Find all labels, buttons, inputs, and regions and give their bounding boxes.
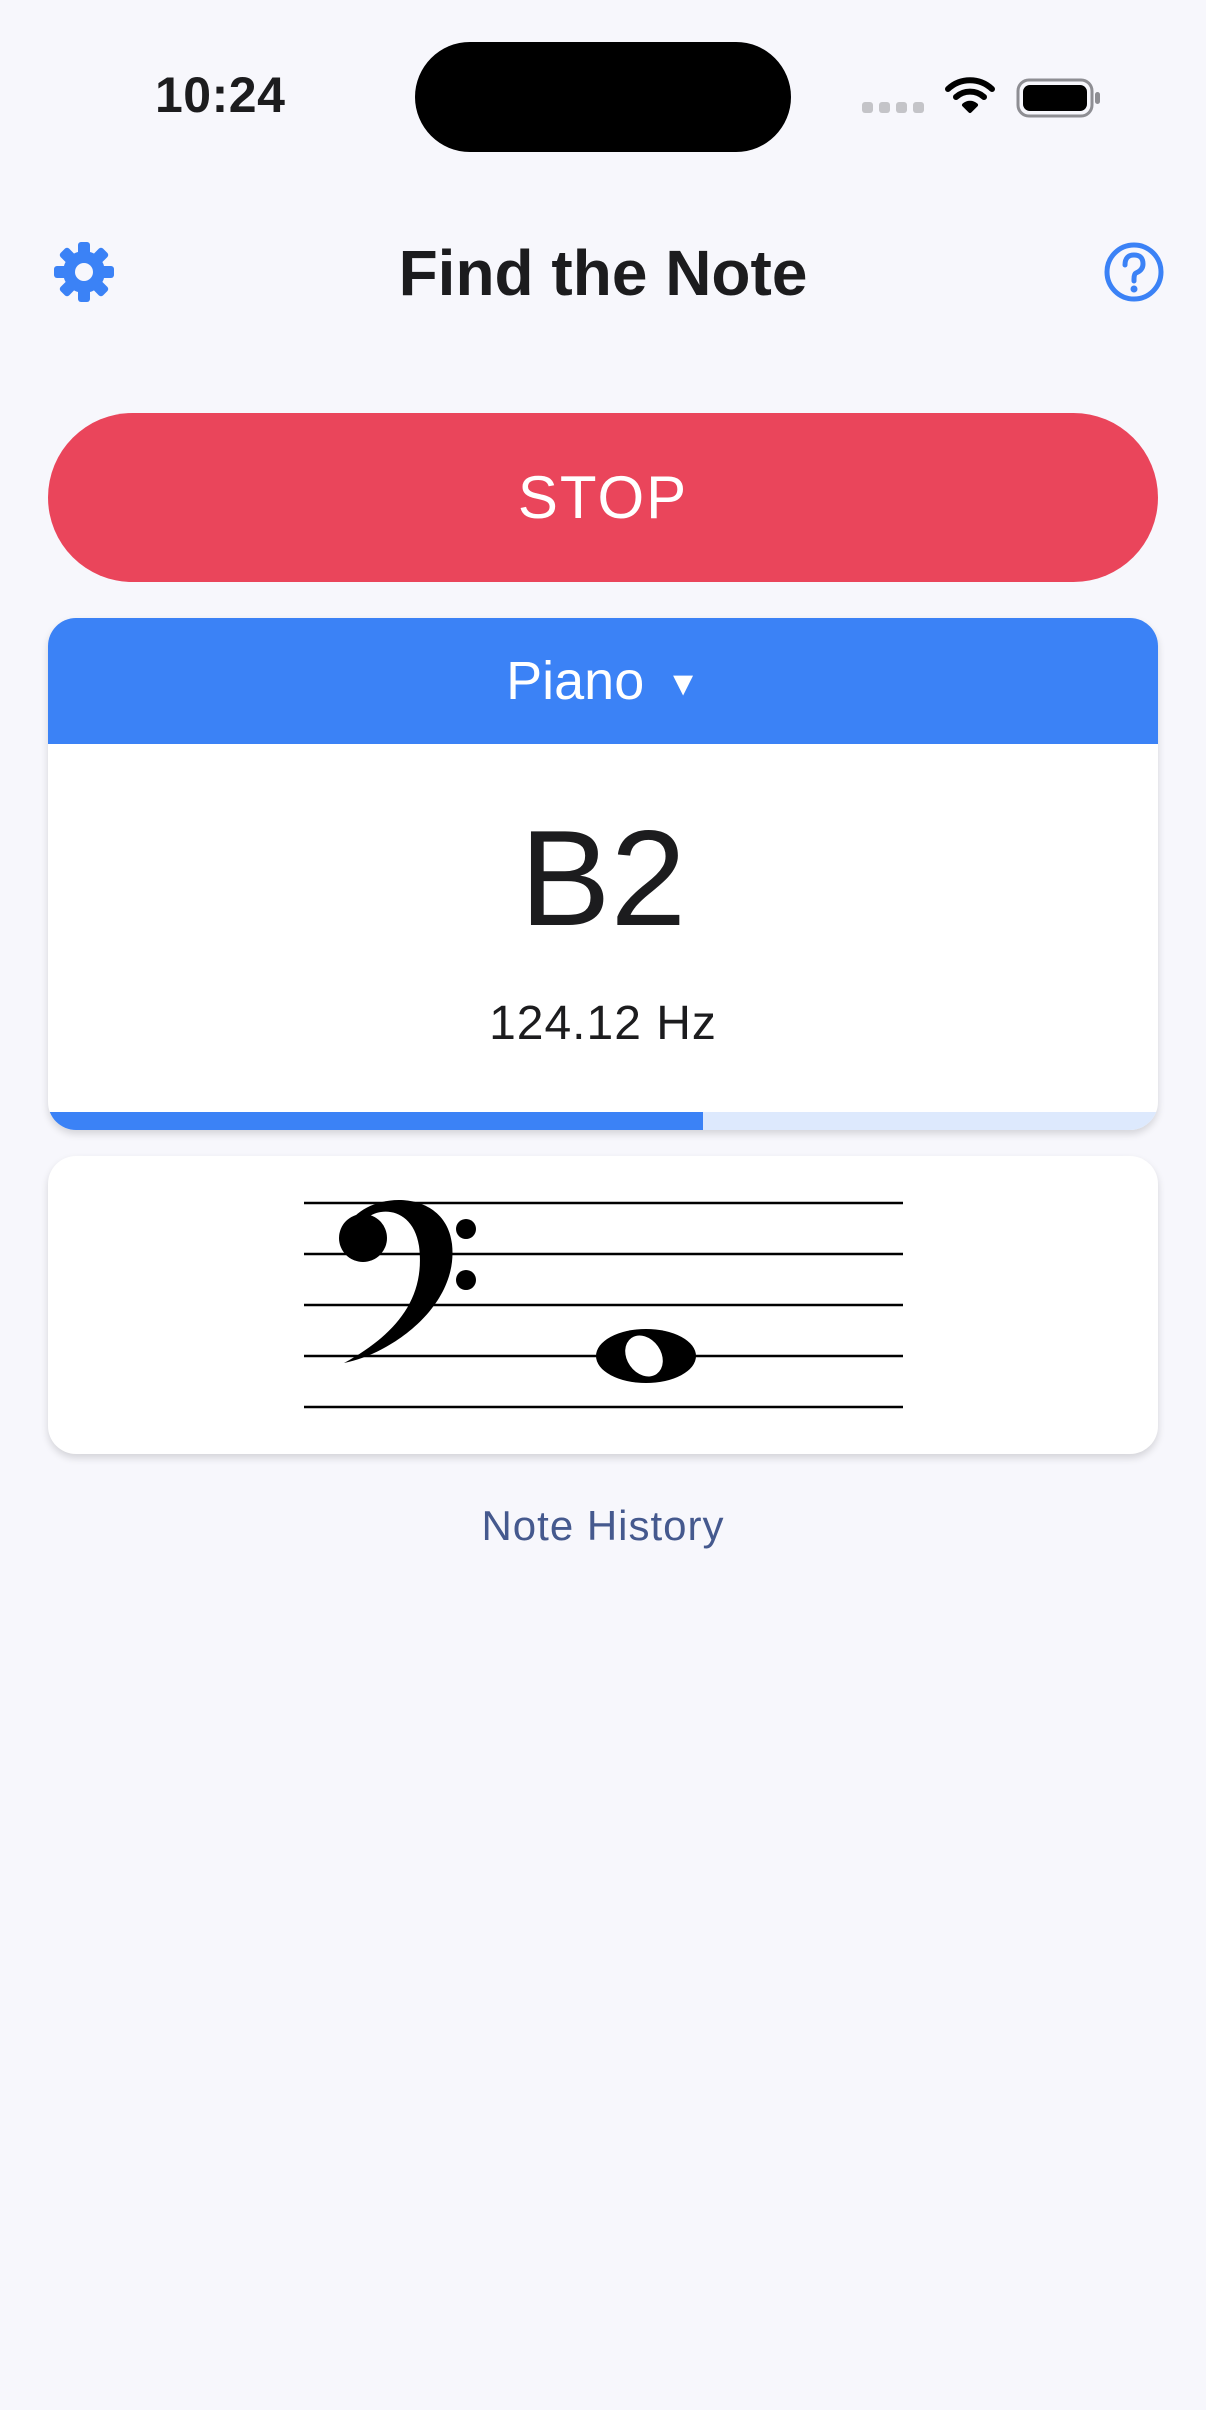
progress-track xyxy=(48,1112,1158,1130)
page-title: Find the Note xyxy=(398,237,808,309)
wifi-icon xyxy=(945,77,995,113)
instrument-selector[interactable]: Piano ▼ xyxy=(48,618,1158,744)
battery-icon xyxy=(1016,78,1100,118)
note-display-card: Piano ▼ B2 124.12 Hz xyxy=(48,618,1158,1130)
stop-button[interactable]: STOP xyxy=(48,413,1158,582)
status-bar: 10:24 xyxy=(0,0,1206,152)
staff-notation-card xyxy=(48,1156,1158,1454)
staff-lines xyxy=(304,1201,903,1409)
progress-fill xyxy=(48,1112,703,1130)
cellular-signal-icon xyxy=(862,102,924,113)
dropdown-triangle-icon: ▼ xyxy=(666,664,700,703)
navigation-bar: Find the Note xyxy=(0,220,1206,320)
help-question-icon[interactable] xyxy=(1102,240,1166,304)
bass-clef-icon xyxy=(339,1199,476,1363)
whole-note-icon xyxy=(596,1329,696,1383)
detected-frequency: 124.12 Hz xyxy=(489,997,717,1050)
detected-note: B2 xyxy=(519,802,687,954)
dynamic-island xyxy=(415,42,791,152)
status-time: 10:24 xyxy=(155,67,286,123)
note-history-link[interactable]: Note History xyxy=(0,1502,1206,1550)
instrument-label: Piano xyxy=(506,651,645,711)
music-staff xyxy=(304,1199,903,1409)
